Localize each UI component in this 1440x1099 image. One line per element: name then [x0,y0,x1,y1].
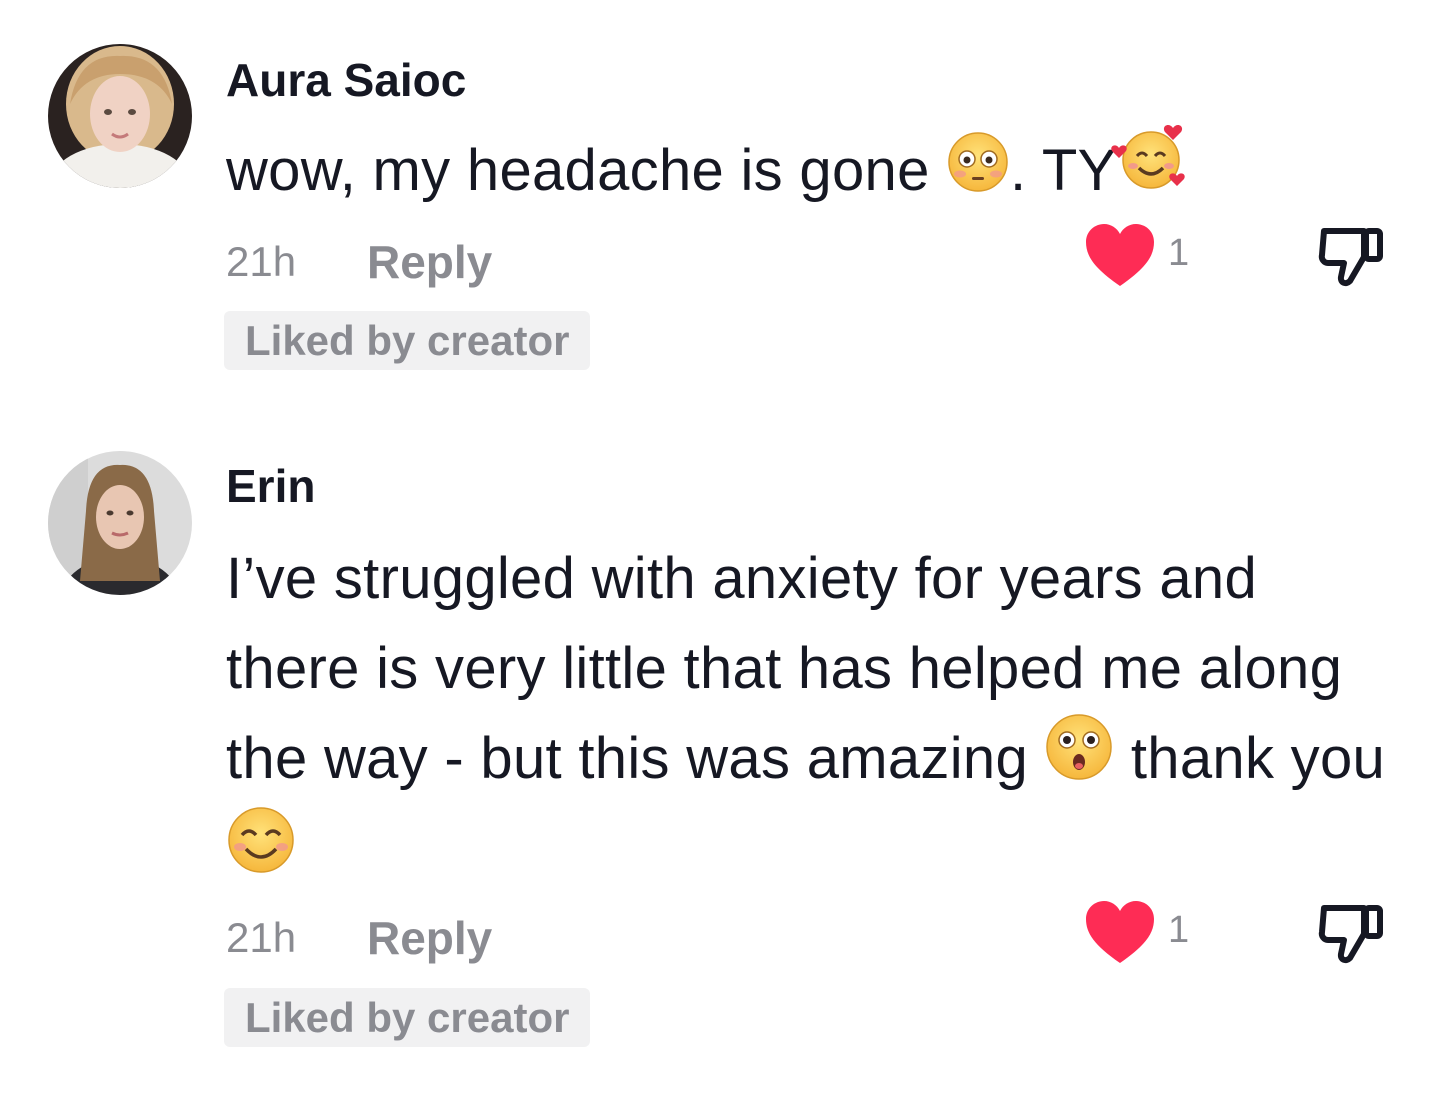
username[interactable]: Aura Saioc [226,52,466,108]
comment-text-part: thank you [1114,726,1386,791]
comment-text: I’ve struggled with anxiety for years an… [226,534,1386,901]
comment-text: wow, my headache is gone . TY [226,124,1386,220]
avatar[interactable] [48,451,192,595]
reply-button[interactable]: Reply [367,913,492,963]
reply-button[interactable]: Reply [367,237,492,287]
heart-icon [1084,222,1156,295]
comment-timestamp: 21h [226,238,297,285]
dislike-button[interactable] [1316,221,1388,293]
thumbs-down-icon [1316,905,1388,974]
like-button[interactable]: 1 [1084,222,1194,292]
comment-text-part: wow, my headache is gone [226,138,947,203]
smiling-face-with-hearts-emoji [1110,124,1193,220]
like-count: 1 [1168,232,1190,274]
like-count: 1 [1168,909,1190,951]
username[interactable]: Erin [226,458,315,514]
comment-text-part: . TY [1010,138,1117,203]
smiling-face-with-smiling-eyes-emoji [226,807,296,901]
dislike-button[interactable] [1316,898,1388,970]
thumbs-down-icon [1316,228,1388,297]
flushed-face-emoji [946,130,1010,220]
liked-by-creator-badge: Liked by creator [224,988,591,1047]
comment-timestamp: 21h [226,914,297,961]
like-button[interactable]: 1 [1084,899,1194,969]
heart-icon [1084,899,1156,972]
astonished-face-emoji [1044,713,1114,808]
liked-by-creator-badge: Liked by creator [224,311,591,370]
avatar[interactable] [48,44,192,188]
